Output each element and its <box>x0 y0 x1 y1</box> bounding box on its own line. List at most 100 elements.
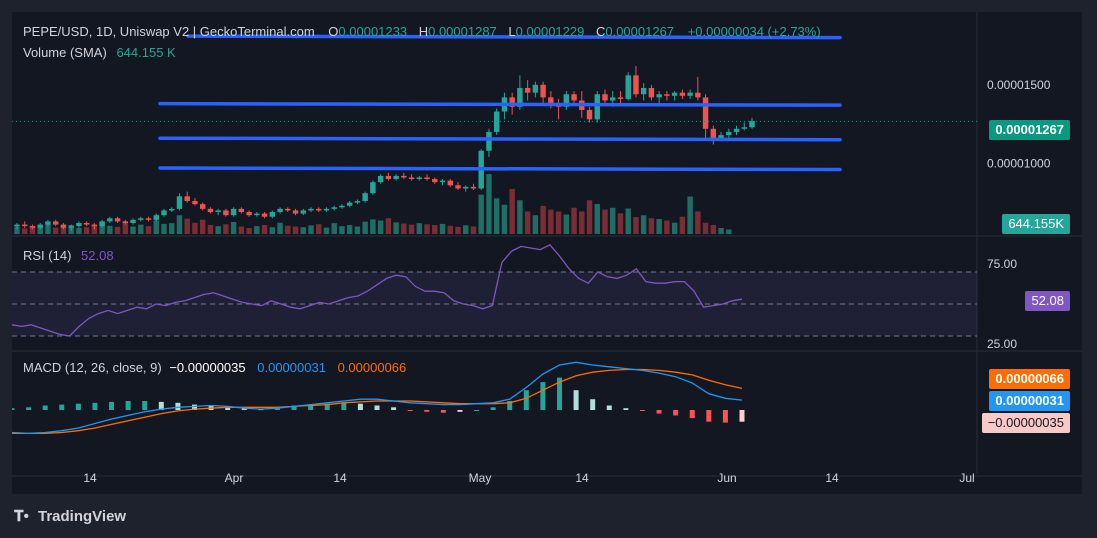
time-tick-label: Jul <box>959 471 974 485</box>
volume-bar <box>323 227 330 234</box>
volume-bar <box>718 228 724 234</box>
support-resistance-line <box>158 166 842 172</box>
close-value: 0.00001267 <box>605 24 675 39</box>
volume-bar <box>354 226 361 234</box>
volume-bar <box>524 211 531 234</box>
volume-bar <box>316 224 322 234</box>
candle-body <box>439 180 446 183</box>
candle-body <box>463 186 469 189</box>
hist-badge: −0.00000035 <box>981 413 1070 433</box>
volume-bar <box>656 219 662 234</box>
macd-histogram-bar <box>109 401 115 410</box>
chart-frame[interactable]: 0.00001500 0.00001000 75.00 25.00 14 Apr 14 May… <box>12 12 1082 494</box>
tradingview-logo[interactable]: 𝐓• TradingView <box>14 508 126 525</box>
macd-histogram-bar <box>175 402 181 410</box>
volume-bar <box>679 216 686 234</box>
candle-body <box>223 210 229 216</box>
candle-body <box>656 94 662 98</box>
time-tick-label: May <box>469 471 492 485</box>
volume-bar <box>501 204 508 234</box>
candle-body <box>571 94 577 101</box>
volume-bar <box>486 174 492 234</box>
volume-bar <box>107 225 113 234</box>
volume-bar <box>702 222 709 234</box>
volume-bar <box>176 215 183 234</box>
macd-histogram-bar <box>474 410 480 411</box>
macd-histogram-bar <box>341 402 347 410</box>
chart-canvas[interactable]: 0.00001500 0.00001000 75.00 25.00 14 Apr 14 May… <box>12 12 1082 494</box>
support-resistance-line <box>158 136 842 142</box>
candle-body <box>14 224 20 227</box>
macd-line-value: 0.00000031 <box>257 360 326 375</box>
ohlc-header: PEPE/USD, 1D, Uniswap V2 | GeckoTerminal… <box>23 24 825 39</box>
macd-histogram-bar <box>374 405 380 410</box>
volume-bar <box>710 225 717 234</box>
candles <box>14 65 755 231</box>
open-value: 0.00001233 <box>338 24 408 39</box>
volume-bar <box>695 211 701 234</box>
volume-bar <box>671 222 678 234</box>
price-tick-label: 0.00001500 <box>987 78 1051 92</box>
candle-body <box>277 208 283 213</box>
candle-body <box>610 97 616 101</box>
candle-body <box>486 131 492 151</box>
macd-histogram-bar <box>523 390 529 410</box>
macd-histogram-bar <box>639 410 645 411</box>
macd-histogram-bar <box>142 401 148 410</box>
candle-body <box>726 131 732 136</box>
high-value: 0.00001287 <box>428 24 497 39</box>
candle-body <box>138 218 144 220</box>
volume-bar <box>292 226 299 234</box>
volume-bar <box>532 215 539 234</box>
candle-body <box>401 175 407 178</box>
candle-body <box>470 186 477 189</box>
volume-bar <box>416 223 423 234</box>
volume-bar <box>261 225 268 234</box>
macd-histogram-bar <box>706 410 712 422</box>
volume-bar <box>571 207 577 234</box>
candle-body <box>648 87 655 98</box>
volume-bar <box>726 229 732 234</box>
candle-body <box>254 213 260 216</box>
volume-bar <box>130 226 136 234</box>
symbol-title: PEPE/USD, 1D, Uniswap V2 | GeckoTerminal… <box>23 24 315 39</box>
candle-body <box>22 224 28 227</box>
volume-bar <box>493 198 500 234</box>
volume-bar <box>401 223 407 234</box>
volume-bar <box>153 220 159 234</box>
volume-bar <box>586 200 593 234</box>
candle-body <box>316 208 322 211</box>
low-label: L <box>508 24 516 39</box>
rsi-label: RSI (14) <box>23 248 72 263</box>
volume-bar <box>138 224 144 234</box>
candle-body <box>633 75 639 95</box>
candle-body <box>710 128 717 139</box>
candle-body <box>246 212 252 216</box>
volume-bar <box>246 228 252 234</box>
volume-bar <box>169 223 175 234</box>
volume-bar <box>22 228 28 234</box>
candle-body <box>455 185 461 189</box>
candle-body <box>532 84 539 93</box>
volume-legend: Volume (SMA) 644.155 K <box>23 45 180 60</box>
candle-body <box>107 218 113 222</box>
high-label: H <box>418 24 429 39</box>
time-tick-label: 14 <box>825 471 839 485</box>
change-value: +0.00000034 (+2.73%) <box>687 24 821 39</box>
horizontal-levels[interactable] <box>158 34 842 172</box>
macd-legend: MACD (12, 26, close, 9) −0.00000035 0.00… <box>23 360 410 375</box>
candle-body <box>733 128 740 132</box>
candle-body <box>385 175 392 180</box>
signal-badge: 0.00000066 <box>989 369 1070 389</box>
volume-bar <box>192 222 198 234</box>
candle-body <box>76 223 82 227</box>
candle-body <box>238 208 245 213</box>
candle-body <box>122 221 129 224</box>
candle-body <box>300 210 306 214</box>
macd-histogram-bar <box>26 407 32 410</box>
volume-bar <box>114 226 121 234</box>
macd-histogram-bar <box>125 401 131 410</box>
macd-histogram-bar <box>12 408 15 410</box>
volume-bar <box>230 222 237 234</box>
rsi-pane <box>12 243 977 337</box>
